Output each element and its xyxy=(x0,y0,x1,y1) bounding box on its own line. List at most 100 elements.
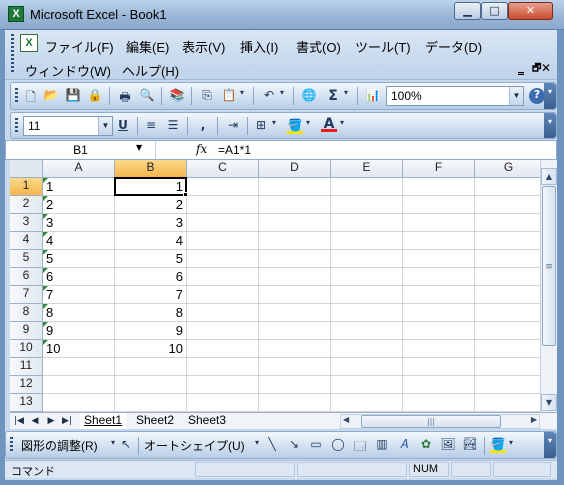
workbook-close-button[interactable]: ✕ xyxy=(541,61,551,75)
cell-a3[interactable]: 3 xyxy=(43,214,115,232)
font-size-select[interactable]: 11 ▼ xyxy=(23,116,113,136)
cell-e5[interactable] xyxy=(331,250,403,268)
autoshapes-menu-button[interactable]: オートシェイプ(U) xyxy=(144,437,245,454)
rectangle-icon[interactable]: ▭ xyxy=(308,437,324,453)
name-box-dropdown-icon[interactable]: ▼ xyxy=(136,143,142,152)
copy-icon[interactable]: ⎘ xyxy=(199,88,215,104)
maximize-button[interactable]: □ xyxy=(481,2,508,20)
font-size-dropdown-icon[interactable]: ▼ xyxy=(98,117,112,135)
cell-a10[interactable]: 10 xyxy=(43,340,115,358)
cell-c5[interactable] xyxy=(187,250,259,268)
row-header[interactable]: 1 xyxy=(10,178,43,196)
row-header[interactable]: 3 xyxy=(10,214,43,232)
cell-g1[interactable] xyxy=(475,178,540,196)
vertical-scrollbar[interactable]: ▲ ≡ ▼ xyxy=(540,160,557,412)
cell-c2[interactable] xyxy=(187,196,259,214)
cell-f11[interactable] xyxy=(403,358,475,376)
cell-a11[interactable] xyxy=(43,358,115,376)
font-color-icon[interactable]: A xyxy=(321,116,337,132)
comma-style-button[interactable]: , xyxy=(195,118,211,134)
close-button[interactable]: ✕ xyxy=(508,2,553,20)
menu-format[interactable]: 書式(O) xyxy=(296,37,341,56)
cell-f1[interactable] xyxy=(403,178,475,196)
cell-a12[interactable] xyxy=(43,376,115,394)
text-box-icon[interactable]: 🗔 xyxy=(352,437,368,453)
cell-a6[interactable]: 6 xyxy=(43,268,115,286)
workbook-icon[interactable]: X xyxy=(20,34,38,52)
print-preview-icon[interactable]: 🔍 xyxy=(139,88,155,104)
cell-f10[interactable] xyxy=(403,340,475,358)
cell-c10[interactable] xyxy=(187,340,259,358)
cell-d6[interactable] xyxy=(259,268,331,286)
select-all-corner[interactable] xyxy=(10,160,43,178)
diagram-icon[interactable]: ✿ xyxy=(418,437,434,453)
merge-center-icon[interactable]: ☰ xyxy=(165,118,181,134)
align-center-icon[interactable]: ≡ xyxy=(143,118,159,134)
oval-icon[interactable]: ◯ xyxy=(330,437,346,453)
draw-menu-button[interactable]: 図形の調整(R) xyxy=(21,437,98,454)
cell-d4[interactable] xyxy=(259,232,331,250)
menu-insert[interactable]: 挿入(I) xyxy=(240,37,278,56)
sheet-tab-2[interactable]: Sheet2 xyxy=(132,413,178,429)
cell-b4[interactable]: 4 xyxy=(115,232,187,250)
cell-e2[interactable] xyxy=(331,196,403,214)
zoom-dropdown-icon[interactable]: ▼ xyxy=(509,87,523,105)
cell-c1[interactable] xyxy=(187,178,259,196)
cell-b12[interactable] xyxy=(115,376,187,394)
cell-c8[interactable] xyxy=(187,304,259,322)
autoshapes-dropdown-icon[interactable]: ▾ xyxy=(252,438,262,454)
cell-f7[interactable] xyxy=(403,286,475,304)
cell-c13[interactable] xyxy=(187,394,259,412)
column-header-a[interactable]: A xyxy=(43,160,115,178)
cell-a5[interactable]: 5 xyxy=(43,250,115,268)
cell-e7[interactable] xyxy=(331,286,403,304)
fill-color-icon[interactable]: 🪣 xyxy=(287,118,303,134)
sheet-tab-1[interactable]: Sheet1 xyxy=(80,413,127,429)
cell-d1[interactable] xyxy=(259,178,331,196)
autosum-icon[interactable]: Σ xyxy=(325,88,341,104)
cell-c11[interactable] xyxy=(187,358,259,376)
horizontal-scrollbar[interactable]: ◀ ||| ▶ xyxy=(340,414,540,429)
chart-wizard-icon[interactable]: 📊 xyxy=(365,88,381,104)
cell-g6[interactable] xyxy=(475,268,540,286)
arrow-icon[interactable]: ↘ xyxy=(286,437,302,453)
menu-data[interactable]: データ(D) xyxy=(425,37,482,56)
cell-e12[interactable] xyxy=(331,376,403,394)
cell-f9[interactable] xyxy=(403,322,475,340)
cell-d10[interactable] xyxy=(259,340,331,358)
row-header[interactable]: 12 xyxy=(10,376,43,394)
row-header[interactable]: 13 xyxy=(10,394,43,412)
shape-fill-dropdown-icon[interactable]: ▾ xyxy=(506,438,516,454)
menu-window[interactable]: ウィンドウ(W) xyxy=(25,61,111,80)
fill-handle[interactable] xyxy=(183,192,188,197)
row-header[interactable]: 7 xyxy=(10,286,43,304)
zoom-select[interactable]: 100% ▼ xyxy=(386,86,524,106)
shape-fill-color-icon[interactable]: 🪣 xyxy=(490,437,506,453)
cell-d12[interactable] xyxy=(259,376,331,394)
cell-b6[interactable]: 6 xyxy=(115,268,187,286)
cell-f13[interactable] xyxy=(403,394,475,412)
cell-f3[interactable] xyxy=(403,214,475,232)
cell-e13[interactable] xyxy=(331,394,403,412)
cell-d2[interactable] xyxy=(259,196,331,214)
hyperlink-icon[interactable]: 🌐 xyxy=(301,88,317,104)
cell-a7[interactable]: 7 xyxy=(43,286,115,304)
column-header-f[interactable]: F xyxy=(403,160,475,178)
cell-c12[interactable] xyxy=(187,376,259,394)
cell-g7[interactable] xyxy=(475,286,540,304)
autosum-dropdown-icon[interactable]: ▾ xyxy=(341,88,351,104)
formula-input[interactable]: =A1*1 xyxy=(218,143,251,157)
cell-g3[interactable] xyxy=(475,214,540,232)
cell-d5[interactable] xyxy=(259,250,331,268)
print-icon[interactable]: 🖶 xyxy=(117,88,133,104)
row-header[interactable]: 8 xyxy=(10,304,43,322)
cell-c9[interactable] xyxy=(187,322,259,340)
cell-a2[interactable]: 2 xyxy=(43,196,115,214)
cell-d3[interactable] xyxy=(259,214,331,232)
cell-a4[interactable]: 4 xyxy=(43,232,115,250)
cell-b11[interactable] xyxy=(115,358,187,376)
permission-icon[interactable]: 🔒 xyxy=(87,88,103,104)
cell-g11[interactable] xyxy=(475,358,540,376)
first-sheet-icon[interactable]: |◀ xyxy=(12,414,26,428)
borders-dropdown-icon[interactable]: ▾ xyxy=(269,118,279,134)
